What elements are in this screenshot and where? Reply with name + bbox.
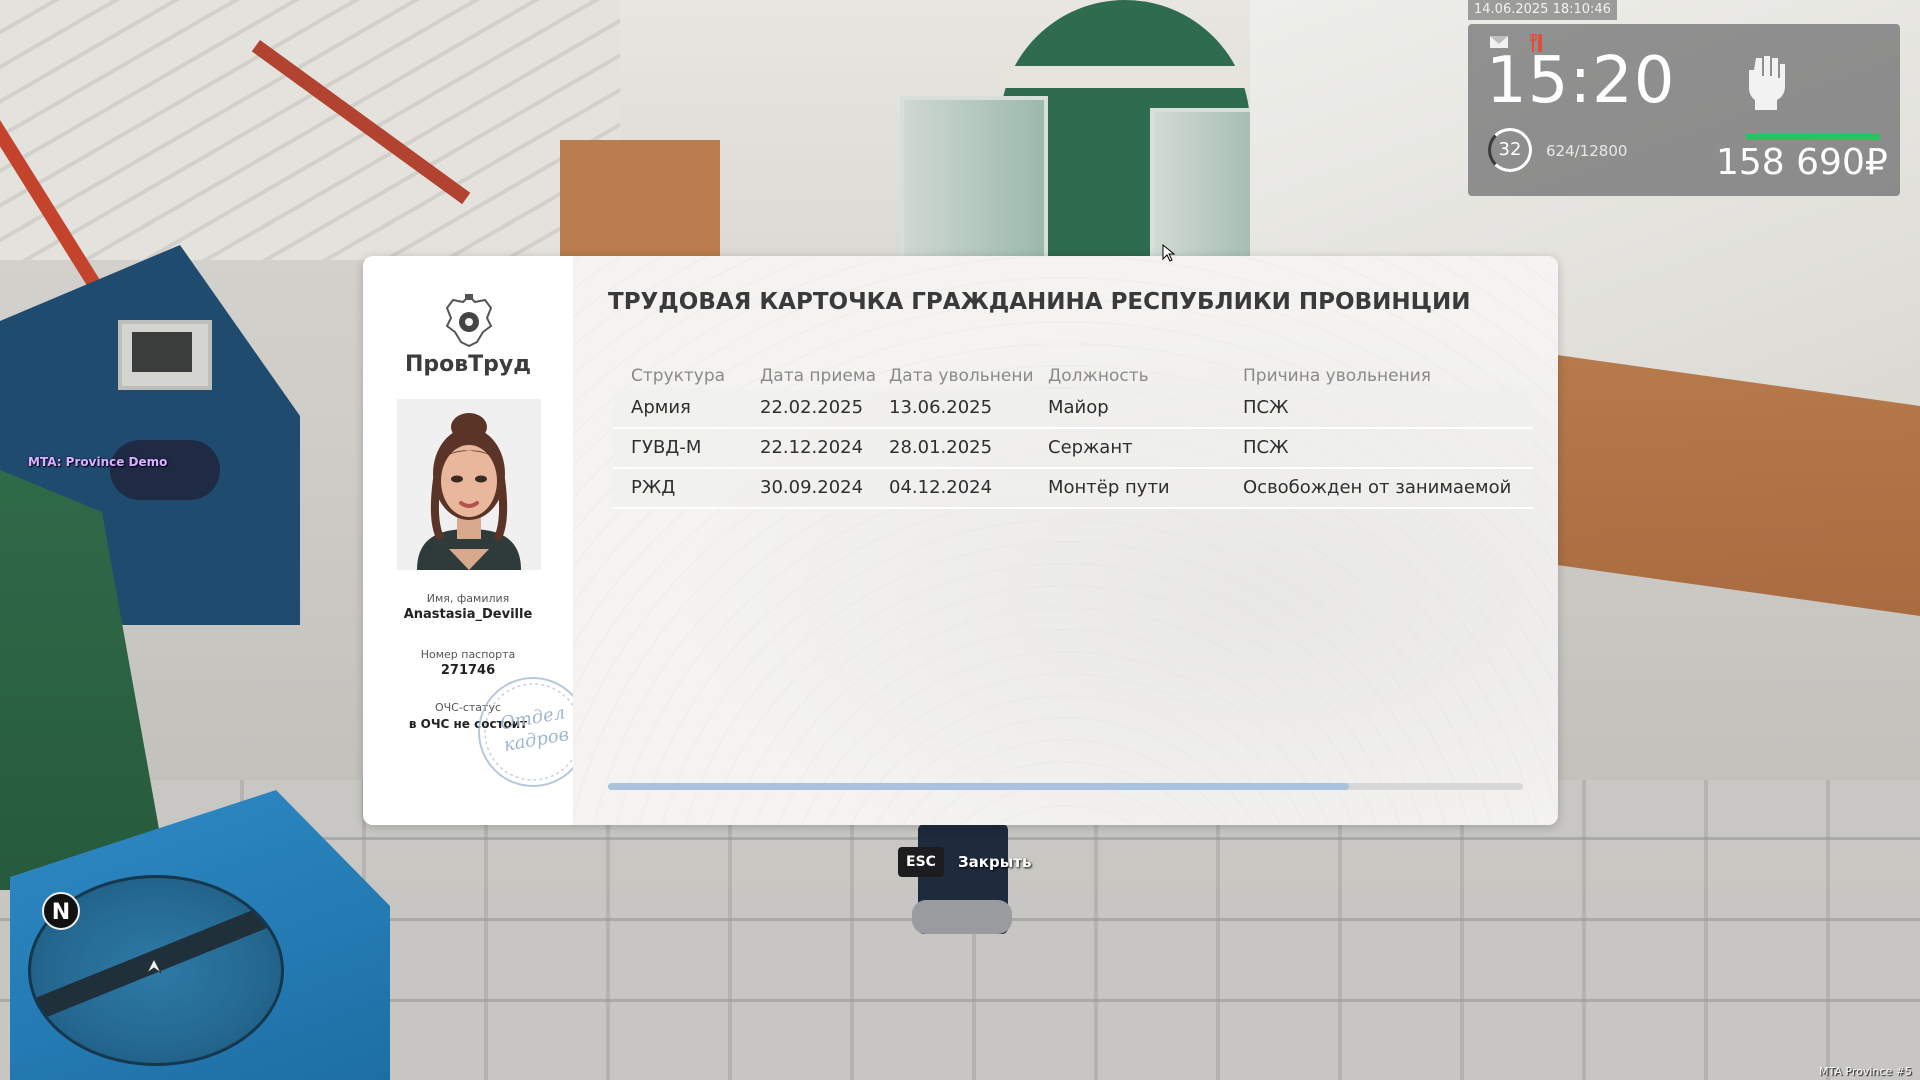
- esc-key-hint[interactable]: ESC: [898, 847, 944, 877]
- hud-panel: 15:20 32 624/12800 158 690₽: [1468, 24, 1900, 196]
- cell-position: Монтёр пути: [1048, 477, 1170, 498]
- table-row: Армия 22.02.2025 13.06.2025 Майор ПСЖ: [613, 389, 1533, 429]
- cell-hire-date: 30.09.2024: [760, 477, 864, 498]
- cell-hire-date: 22.02.2025: [760, 397, 864, 418]
- north-indicator: N: [42, 892, 80, 930]
- character-photo: [397, 399, 541, 570]
- game-scene: MTA: Province Demo 14.06.2025 18:10:46 1…: [0, 0, 1920, 1080]
- player-shoes: [912, 900, 1012, 934]
- column-header: Причина увольнения: [1243, 366, 1431, 386]
- cell-position: Майор: [1048, 397, 1109, 418]
- column-header: Структура: [631, 366, 726, 386]
- column-header: Дата увольнени: [889, 366, 1034, 386]
- xp-counter: 624/12800: [1546, 142, 1628, 160]
- passport-label: Номер паспорта: [420, 648, 516, 661]
- scrollbar-thumb[interactable]: [608, 783, 1350, 790]
- level-indicator: 32: [1488, 128, 1532, 172]
- horizontal-scrollbar[interactable]: [608, 783, 1523, 790]
- table-header: Структура Дата приема Дата увольнени Дол…: [613, 363, 1533, 389]
- cell-structure: ГУВД-М: [631, 437, 702, 458]
- player-marker-icon: [143, 955, 165, 977]
- cell-structure: Армия: [631, 397, 691, 418]
- name-label: Имя, фамилия: [426, 592, 510, 605]
- hud-clock: 15:20: [1486, 44, 1676, 118]
- organization-name: ПровТруд: [404, 352, 532, 377]
- build-label: MTA Province #5: [1819, 1065, 1912, 1078]
- work-history-panel: [573, 256, 1558, 825]
- table-row: ГУВД-М 22.12.2024 28.01.2025 Сержант ПСЖ: [613, 429, 1533, 469]
- cell-dismissal-date: 13.06.2025: [889, 397, 993, 418]
- hud-datetime: 14.06.2025 18:10:46: [1468, 0, 1617, 20]
- cell-structure: РЖД: [631, 477, 676, 498]
- server-label: MTA: Province Demo: [28, 455, 168, 469]
- background-sign: [1000, 66, 1250, 88]
- cell-reason: Освобожден от занимаемой: [1243, 477, 1512, 498]
- health-bar: [1746, 134, 1880, 140]
- table-row: РЖД 30.09.2024 04.12.2024 Монтёр пути Ос…: [613, 469, 1533, 509]
- cell-reason: ПСЖ: [1243, 437, 1289, 458]
- background-chair: [110, 440, 220, 500]
- work-card-dialog: ПровТруд Имя, фамилия Anastasia_Deville …: [363, 256, 1558, 825]
- card-title: ТРУДОВАЯ КАРТОЧКА ГРАЖДАНИНА РЕСПУБЛИКИ …: [608, 289, 1471, 315]
- cell-reason: ПСЖ: [1243, 397, 1289, 418]
- close-label[interactable]: Закрыть: [958, 847, 1031, 877]
- name-value: Anastasia_Deville: [403, 607, 533, 622]
- mouse-cursor-icon: [1162, 243, 1176, 262]
- fist-icon: [1746, 52, 1790, 114]
- column-header: Дата приема: [760, 366, 877, 386]
- background-door: [1150, 108, 1258, 266]
- cell-dismissal-date: 28.01.2025: [889, 437, 993, 458]
- column-header: Должность: [1048, 366, 1149, 386]
- cell-hire-date: 22.12.2024: [760, 437, 864, 458]
- background-trim: [560, 140, 720, 260]
- background-door: [900, 96, 1048, 264]
- cell-dismissal-date: 04.12.2024: [889, 477, 993, 498]
- profile-panel: ПровТруд Имя, фамилия Anastasia_Deville …: [363, 256, 588, 825]
- background-monitor: [118, 320, 212, 390]
- cell-position: Сержант: [1048, 437, 1133, 458]
- work-history-table: Структура Дата приема Дата увольнени Дол…: [613, 363, 1533, 509]
- coat-of-arms-icon: [443, 292, 495, 348]
- money-display: 158 690₽: [1716, 142, 1888, 183]
